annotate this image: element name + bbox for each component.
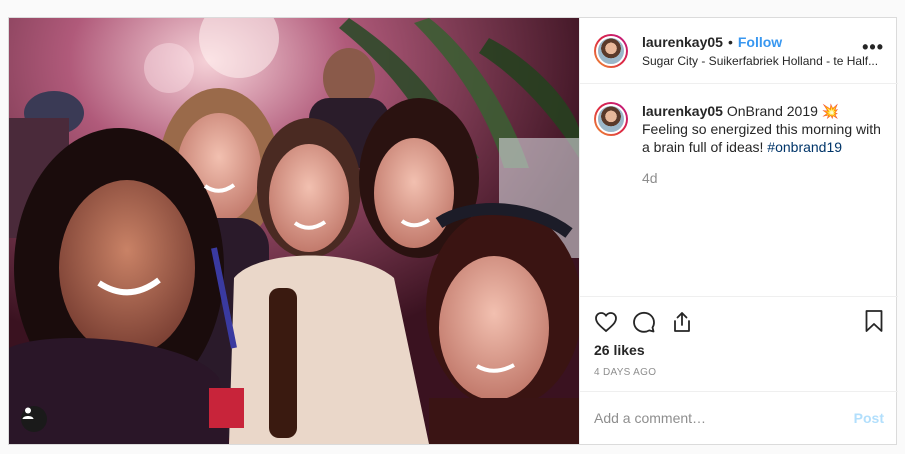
caption-rest: Feeling so energized this morning with a…	[642, 121, 881, 155]
post-photo[interactable]	[9, 18, 579, 444]
separator-dot: •	[727, 33, 733, 50]
comment-icon[interactable]	[632, 310, 656, 334]
caption-age: 4d	[642, 170, 658, 186]
comment-input[interactable]	[594, 410, 824, 426]
bookmark-icon[interactable]	[862, 309, 886, 338]
heart-icon[interactable]	[594, 310, 618, 334]
post-header: laurenkay05 • Follow Sugar City - Suiker…	[580, 18, 898, 84]
more-options-icon[interactable]: •••	[862, 38, 884, 56]
share-icon[interactable]	[670, 310, 694, 334]
follow-button[interactable]: Follow	[738, 34, 782, 50]
location-link[interactable]: Sugar City - Suikerfabriek Holland - te …	[642, 54, 885, 68]
caption-section: laurenkay05 OnBrand 2019 💥 Feeling so en…	[580, 84, 898, 296]
caption-text: laurenkay05 OnBrand 2019 💥 Feeling so en…	[642, 102, 884, 296]
post-timestamp[interactable]: 4 DAYS AGO	[580, 367, 898, 391]
post-card: laurenkay05 • Follow Sugar City - Suiker…	[8, 17, 898, 445]
comment-box: Post	[580, 391, 898, 444]
post-comment-button[interactable]: Post	[854, 410, 884, 426]
caption-avatar[interactable]	[594, 102, 628, 136]
caption-username[interactable]: laurenkay05	[642, 103, 723, 119]
group-selfie-image	[9, 18, 579, 444]
caption-start: OnBrand 2019	[726, 103, 822, 119]
author-username[interactable]: laurenkay05	[642, 34, 723, 50]
collision-emoji: 💥	[821, 103, 840, 119]
hashtag-link[interactable]: #onbrand19	[767, 139, 842, 155]
tagged-user-icon[interactable]	[21, 406, 47, 432]
author-avatar[interactable]	[594, 33, 628, 68]
post-sidebar: laurenkay05 • Follow Sugar City - Suiker…	[579, 18, 898, 444]
action-bar	[580, 296, 898, 346]
